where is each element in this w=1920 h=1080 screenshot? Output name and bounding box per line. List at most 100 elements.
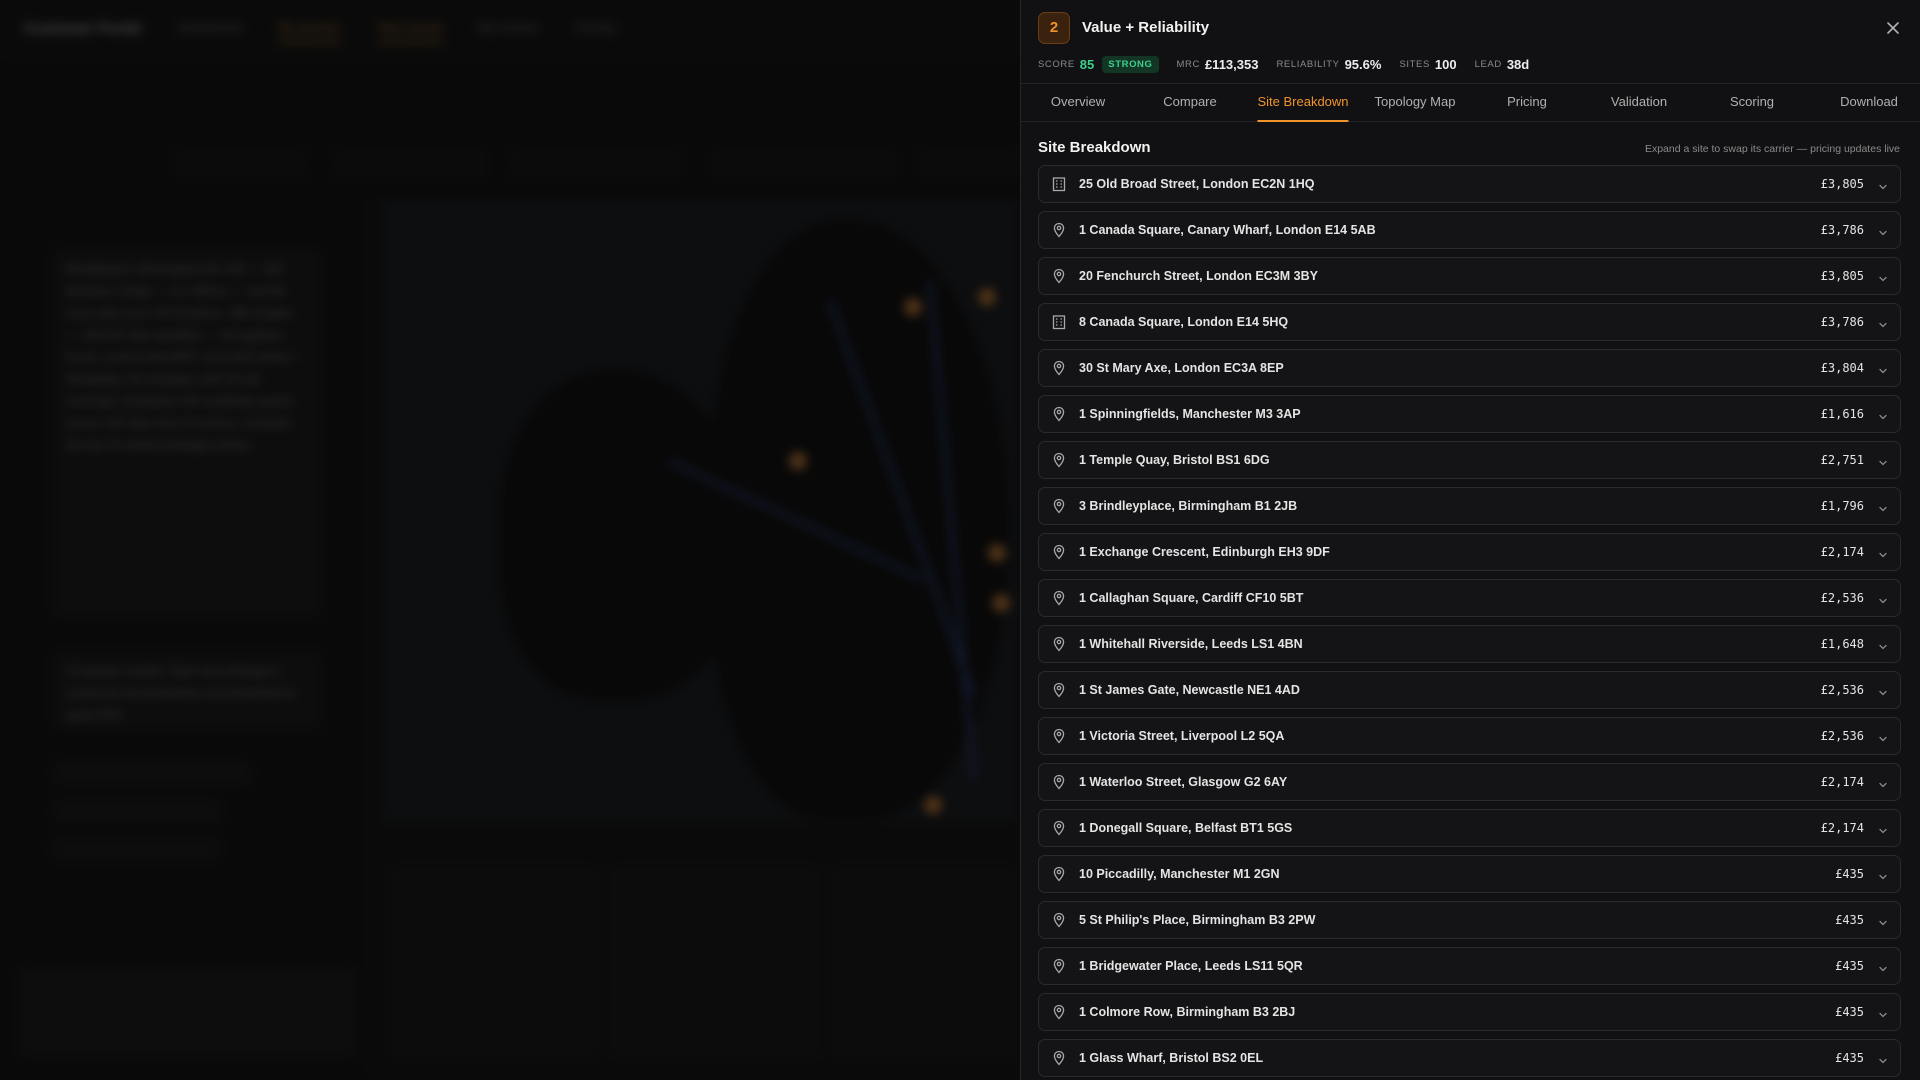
site-address: 1 Waterloo Street, Glasgow G2 6AY xyxy=(1079,775,1288,789)
site-address: 30 St Mary Axe, London EC3A 8EP xyxy=(1079,361,1284,375)
chevron-down-icon[interactable] xyxy=(1878,409,1888,420)
lead-value: 38d xyxy=(1506,56,1530,72)
strategy-detail-panel: 2 Value + Reliability SCORE 85 STRONG MR… xyxy=(1020,0,1920,1080)
tab-overview[interactable]: Overview xyxy=(1051,84,1105,122)
chevron-down-icon[interactable] xyxy=(1878,1007,1888,1018)
site-address: 3 Brindleyplace, Birmingham B1 2JB xyxy=(1079,499,1298,513)
location-pin-icon xyxy=(1051,268,1067,284)
chevron-down-icon[interactable] xyxy=(1878,777,1888,788)
site-row[interactable]: 1 Victoria Street, Liverpool L2 5QA £2,53… xyxy=(1038,717,1901,755)
location-pin-icon xyxy=(1051,590,1067,606)
section-title: Site Breakdown xyxy=(1038,139,1151,156)
score-label: SCORE xyxy=(1038,58,1075,70)
site-row[interactable]: 1 Whitehall Riverside, Leeds LS1 4BN £1,6… xyxy=(1038,625,1901,663)
tab-compare[interactable]: Compare xyxy=(1163,84,1216,122)
chevron-down-icon[interactable] xyxy=(1878,317,1888,328)
mrc-label: MRC xyxy=(1176,58,1200,70)
site-row[interactable]: 1 Glass Wharf, Bristol BS2 0EL £435 xyxy=(1038,1039,1901,1077)
site-price: £435 xyxy=(1835,959,1864,973)
site-row[interactable]: 10 Piccadilly, Manchester M1 2GN £435 xyxy=(1038,855,1901,893)
site-price: £3,786 xyxy=(1820,223,1864,237)
site-price: £435 xyxy=(1835,913,1864,927)
panel-title: Value + Reliability xyxy=(1082,19,1210,36)
chevron-down-icon[interactable] xyxy=(1878,455,1888,466)
location-pin-icon xyxy=(1051,958,1067,974)
location-pin-icon xyxy=(1051,498,1067,514)
location-pin-icon xyxy=(1051,912,1067,928)
chevron-down-icon[interactable] xyxy=(1878,179,1888,190)
site-address: 1 Victoria Street, Liverpool L2 5QA xyxy=(1079,729,1285,743)
site-price: £1,796 xyxy=(1820,499,1864,513)
tab-scoring[interactable]: Scoring xyxy=(1730,84,1774,122)
tab-download[interactable]: Download xyxy=(1840,84,1898,122)
chevron-down-icon[interactable] xyxy=(1878,271,1888,282)
location-pin-icon xyxy=(1051,728,1067,744)
site-price: £1,648 xyxy=(1820,637,1864,651)
chevron-down-icon[interactable] xyxy=(1878,685,1888,696)
chevron-down-icon[interactable] xyxy=(1878,639,1888,650)
location-pin-icon xyxy=(1051,222,1067,238)
site-address: 1 Spinningfields, Manchester M3 3AP xyxy=(1079,407,1301,421)
site-address: 1 Bridgewater Place, Leeds LS11 5QR xyxy=(1079,959,1303,973)
tab-validation[interactable]: Validation xyxy=(1611,84,1667,122)
background-app: Customer Portal Dashboard My Quotes New … xyxy=(0,0,1020,1080)
site-row[interactable]: 1 Exchange Crescent, Edinburgh EH3 9DF £2… xyxy=(1038,533,1901,571)
location-pin-icon xyxy=(1051,866,1067,882)
chevron-down-icon[interactable] xyxy=(1878,915,1888,926)
modal-backdrop[interactable] xyxy=(0,0,1020,1080)
tab-topology-map[interactable]: Topology Map xyxy=(1375,84,1456,122)
site-row[interactable]: 3 Brindleyplace, Birmingham B1 2JB £1,796 xyxy=(1038,487,1901,525)
location-pin-icon xyxy=(1051,544,1067,560)
chevron-down-icon[interactable] xyxy=(1878,501,1888,512)
close-icon xyxy=(1887,22,1899,34)
site-price: £2,174 xyxy=(1820,545,1864,559)
rank-badge: 2 xyxy=(1038,12,1070,44)
site-row[interactable]: 20 Fenchurch Street, London EC3M 3BY £3,8… xyxy=(1038,257,1901,295)
panel-header: 2 Value + Reliability SCORE 85 STRONG MR… xyxy=(1021,0,1920,84)
site-row[interactable]: 1 Callaghan Square, Cardiff CF10 5BT £2,5… xyxy=(1038,579,1901,617)
site-row[interactable]: 1 Colmore Row, Birmingham B3 2BJ £435 xyxy=(1038,993,1901,1031)
site-row[interactable]: 8 Canada Square, London E14 5HQ £3,786 xyxy=(1038,303,1901,341)
reliability-value: 95.6% xyxy=(1344,56,1382,72)
tab-site-breakdown[interactable]: Site Breakdown xyxy=(1257,84,1349,122)
lead-label: LEAD xyxy=(1474,58,1502,70)
site-row[interactable]: 5 St Philip's Place, Birmingham B3 2PW £4… xyxy=(1038,901,1901,939)
location-pin-icon xyxy=(1051,1004,1067,1020)
location-pin-icon xyxy=(1051,820,1067,836)
chevron-down-icon[interactable] xyxy=(1878,547,1888,558)
tab-pricing[interactable]: Pricing xyxy=(1507,84,1547,122)
chevron-down-icon[interactable] xyxy=(1878,1053,1888,1064)
site-row[interactable]: 30 St Mary Axe, London EC3A 8EP £3,804 xyxy=(1038,349,1901,387)
chevron-down-icon[interactable] xyxy=(1878,731,1888,742)
site-row[interactable]: 1 Bridgewater Place, Leeds LS11 5QR £435 xyxy=(1038,947,1901,985)
location-pin-icon xyxy=(1051,774,1067,790)
site-price: £1,616 xyxy=(1820,407,1864,421)
site-row[interactable]: 1 St James Gate, Newcastle NE1 4AD £2,536 xyxy=(1038,671,1901,709)
site-row[interactable]: 1 Canada Square, Canary Wharf, London E1… xyxy=(1038,211,1901,249)
site-price: £2,174 xyxy=(1820,775,1864,789)
chevron-down-icon[interactable] xyxy=(1878,961,1888,972)
metrics-bar: SCORE 85 STRONG MRC £113,353 RELIABILITY… xyxy=(1038,55,1547,73)
site-price: £3,804 xyxy=(1820,361,1864,375)
chevron-down-icon[interactable] xyxy=(1878,823,1888,834)
site-price: £435 xyxy=(1835,1051,1864,1065)
close-button[interactable] xyxy=(1881,16,1905,40)
site-row[interactable]: 1 Waterloo Street, Glasgow G2 6AY £2,174 xyxy=(1038,763,1901,801)
site-price: £3,805 xyxy=(1820,177,1864,191)
site-row[interactable]: 1 Temple Quay, Bristol BS1 6DG £2,751 xyxy=(1038,441,1901,479)
chevron-down-icon[interactable] xyxy=(1878,869,1888,880)
site-row[interactable]: 1 Donegall Square, Belfast BT1 5GS £2,174 xyxy=(1038,809,1901,847)
site-address: 10 Piccadilly, Manchester M1 2GN xyxy=(1079,867,1280,881)
chevron-down-icon[interactable] xyxy=(1878,593,1888,604)
site-row[interactable]: 25 Old Broad Street, London EC2N 1HQ £3,8… xyxy=(1038,165,1901,203)
score-value: 85 xyxy=(1079,56,1095,72)
site-address: 20 Fenchurch Street, London EC3M 3BY xyxy=(1079,269,1318,283)
panel-tabs: Overview Compare Site Breakdown Topology… xyxy=(1021,84,1920,122)
reliability-label: RELIABILITY xyxy=(1276,58,1340,70)
site-address: 1 Temple Quay, Bristol BS1 6DG xyxy=(1079,453,1270,467)
chevron-down-icon[interactable] xyxy=(1878,225,1888,236)
site-price: £2,536 xyxy=(1820,729,1864,743)
site-row[interactable]: 1 Spinningfields, Manchester M3 3AP £1,61… xyxy=(1038,395,1901,433)
building-icon xyxy=(1051,176,1067,192)
chevron-down-icon[interactable] xyxy=(1878,363,1888,374)
